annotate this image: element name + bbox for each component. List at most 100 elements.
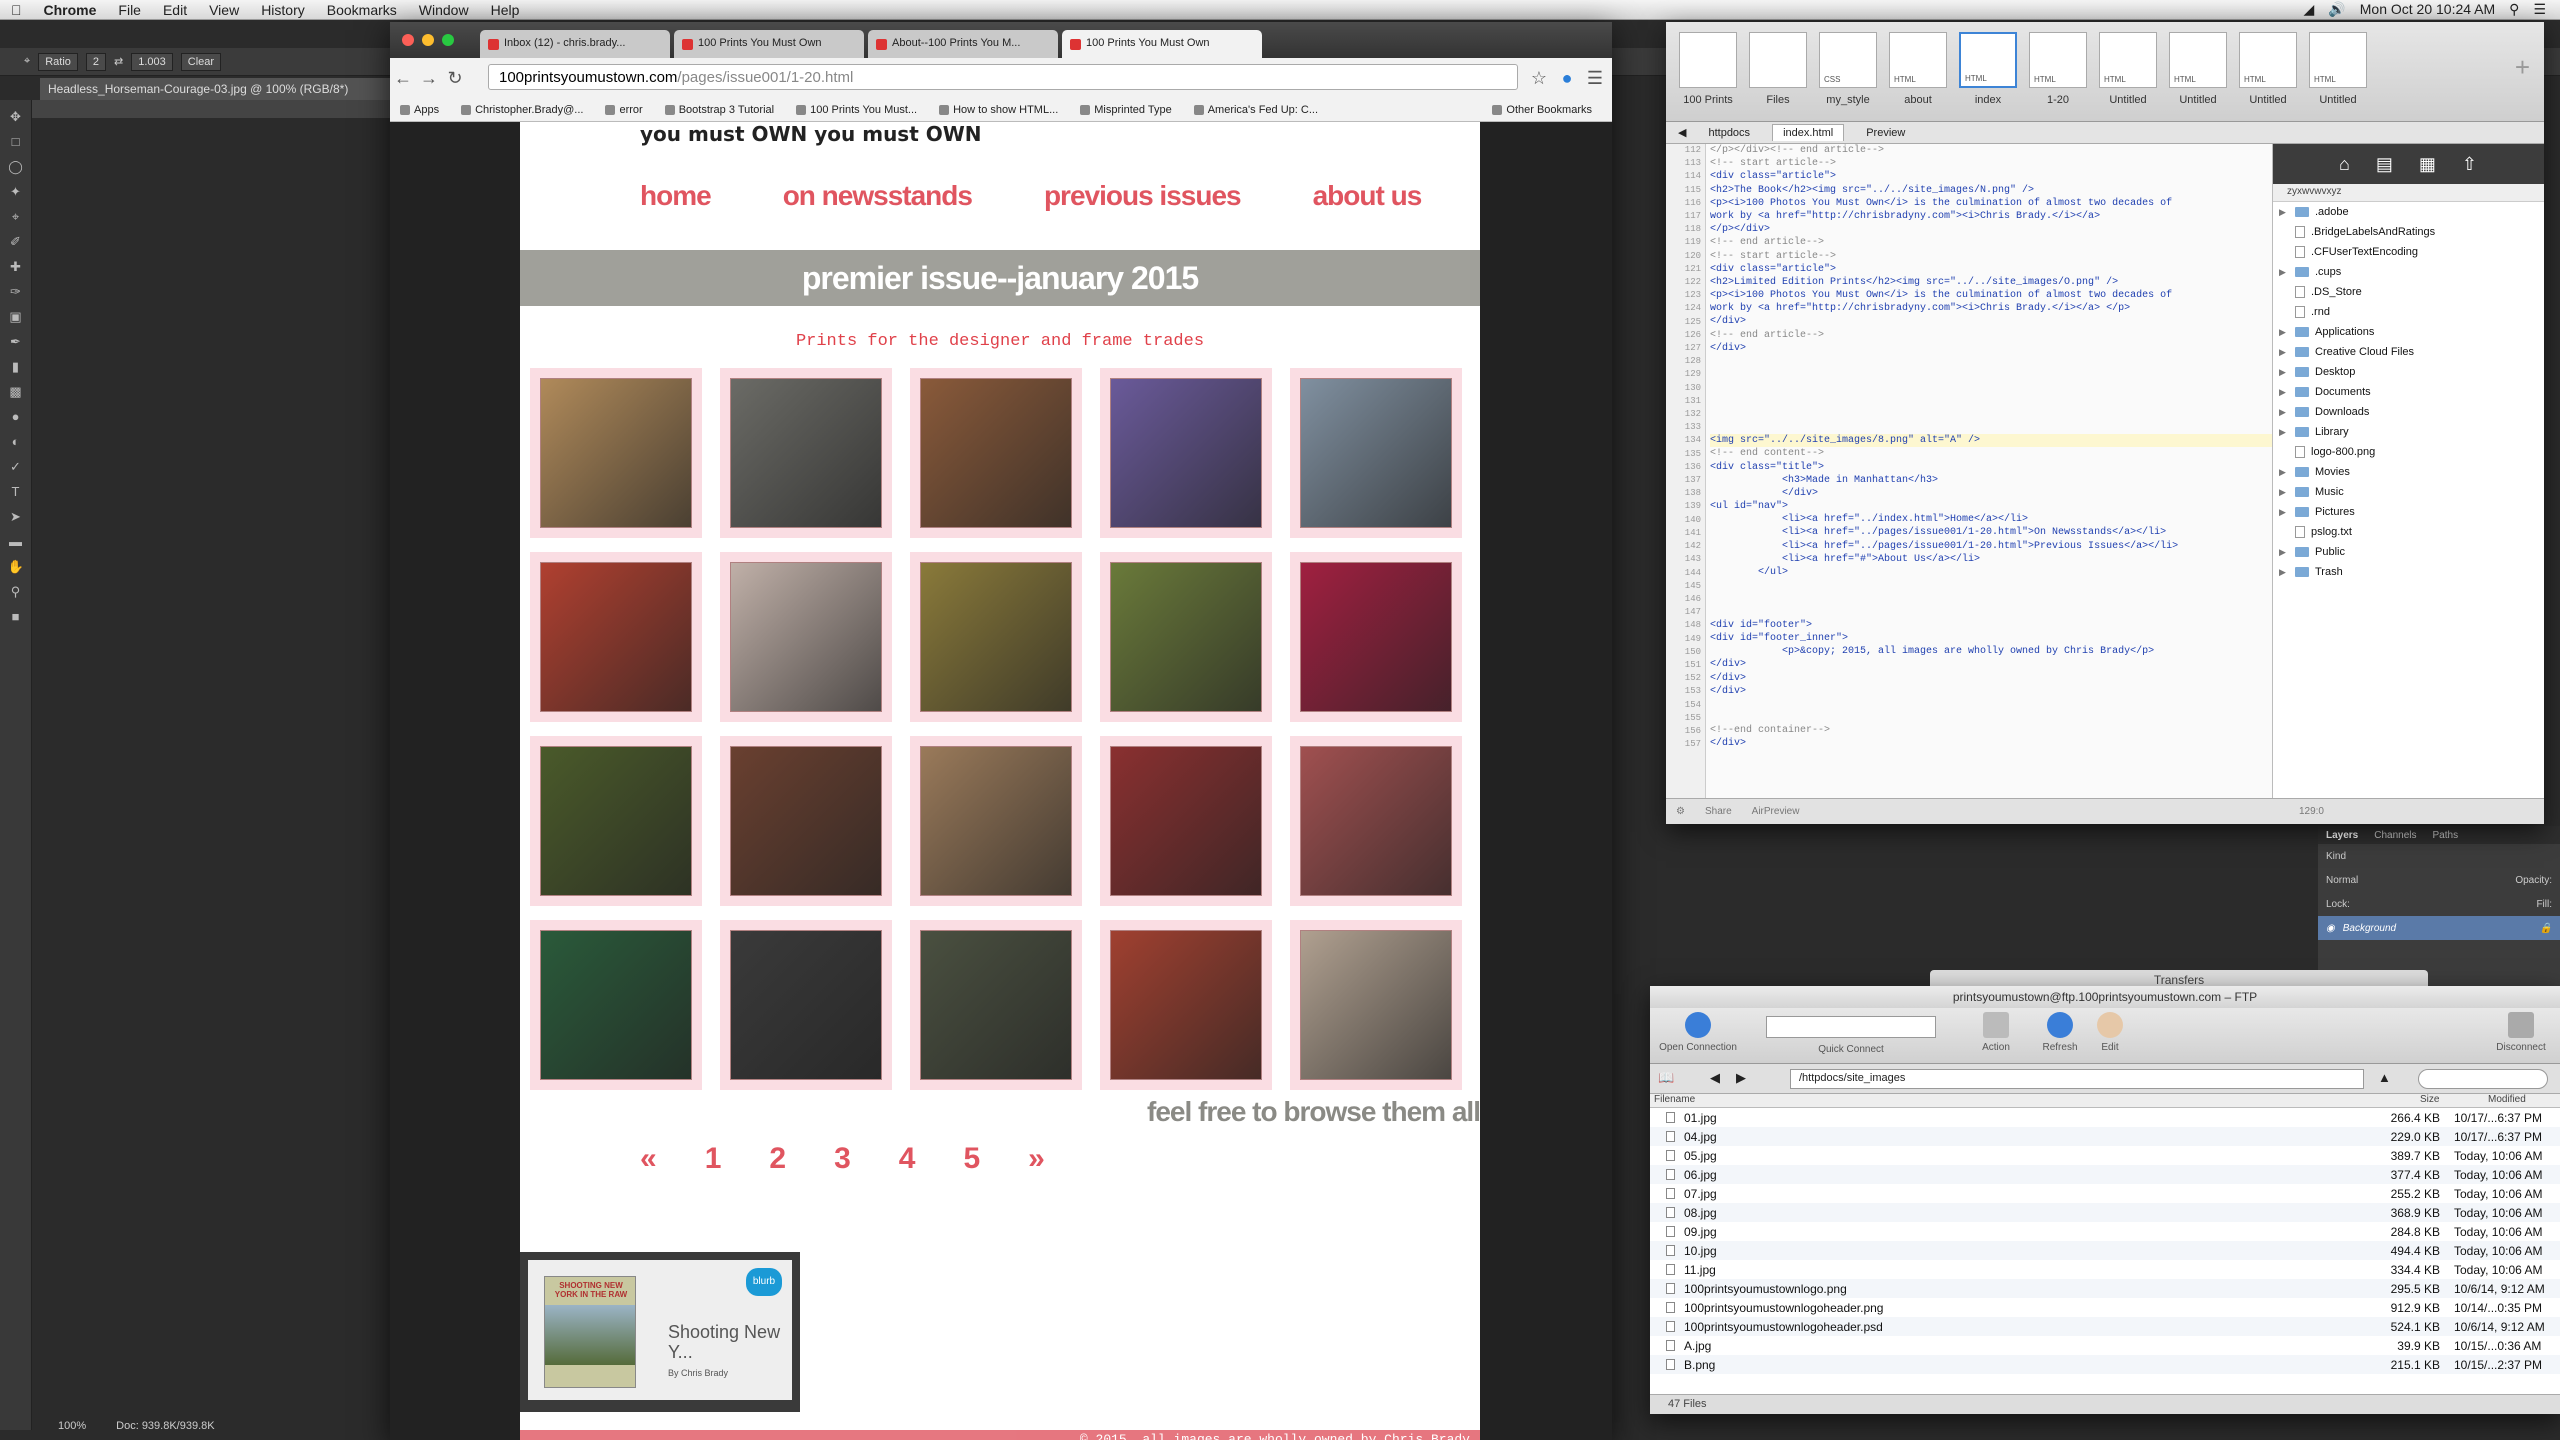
file-list-item[interactable]: .DS_Store <box>2273 282 2544 302</box>
col-size[interactable]: Size <box>2420 1094 2439 1105</box>
file-list-item[interactable]: .rnd <box>2273 302 2544 322</box>
code-line[interactable] <box>1710 395 2310 408</box>
blend-mode-select[interactable]: Normal <box>2326 875 2358 886</box>
thumbnail[interactable] <box>910 368 1082 538</box>
layer-row-background[interactable]: ◉ Background 🔒 <box>2318 916 2560 940</box>
bookmark-error[interactable]: error <box>605 104 643 116</box>
disclosure-arrow-icon[interactable]: ▶ <box>2279 467 2289 478</box>
code-line[interactable]: <!-- end content--> <box>1710 447 2310 460</box>
disconnect-button[interactable]: Disconnect <box>2486 1012 2556 1053</box>
minimize-window-button[interactable] <box>422 34 434 46</box>
ftp-file-row[interactable]: 09.jpg 284.8 KB Today, 10:06 AM <box>1650 1222 2560 1241</box>
editor-tile[interactable]: HTML Untitled <box>2098 32 2158 114</box>
code-line[interactable]: </div> <box>1710 672 2310 685</box>
share-button[interactable]: Share <box>1705 806 1732 817</box>
thumbnail[interactable] <box>720 552 892 722</box>
code-line[interactable] <box>1710 606 2310 619</box>
nav-home[interactable]: home <box>640 180 712 212</box>
file-list-item[interactable]: ▶ Creative Cloud Files <box>2273 342 2544 362</box>
lasso-tool-icon[interactable]: ◯ <box>8 159 24 175</box>
chrome-tab-prints-1[interactable]: 100 Prints You Must Own <box>674 30 864 58</box>
site-logo[interactable]: you must OWN you must OWN <box>640 122 1340 172</box>
code-line[interactable]: <p><i>100 Photos You Must Own</i> is the… <box>1710 197 2310 210</box>
code-line[interactable]: <div class="title"> <box>1710 461 2310 474</box>
menu-help[interactable]: Help <box>480 2 531 18</box>
code-line[interactable]: <!-- start article--> <box>1710 250 2310 263</box>
disclosure-arrow-icon[interactable]: ▶ <box>2279 427 2289 438</box>
file-list-item[interactable]: logo-800.png <box>2273 442 2544 462</box>
menu-bookmarks[interactable]: Bookmarks <box>316 2 408 18</box>
ftp-file-row[interactable]: 100printsyoumustownlogo.png 295.5 KB 10/6/… <box>1650 1279 2560 1298</box>
home-icon[interactable]: ⌂ <box>2339 154 2350 175</box>
blurb-widget[interactable]: SHOOTING NEW YORK IN THE RAW blurb Shoot… <box>520 1252 800 1412</box>
ftp-file-row[interactable]: B.png 215.1 KB 10/15/...2:37 PM <box>1650 1355 2560 1374</box>
open-connection-button[interactable]: Open Connection <box>1658 1012 1738 1053</box>
file-list-item[interactable]: ▶ Trash <box>2273 562 2544 582</box>
chrome-tab-prints-active[interactable]: 100 Prints You Must Own <box>1062 30 1262 58</box>
menu-history[interactable]: History <box>250 2 316 18</box>
disclosure-arrow-icon[interactable]: ▶ <box>2279 547 2289 558</box>
editor-tile[interactable]: HTML Untitled <box>2308 32 2368 114</box>
code-line[interactable] <box>1710 355 2310 368</box>
code-line[interactable] <box>1710 381 2310 394</box>
type-tool-icon[interactable]: T <box>8 484 24 500</box>
zoom-tool-icon[interactable]: ⚲ <box>8 584 24 600</box>
bookmark-star-icon[interactable]: ☆ <box>1526 68 1552 89</box>
blur-tool-icon[interactable]: ● <box>8 409 24 425</box>
col-modified[interactable]: Modified <box>2488 1094 2526 1105</box>
clear-button[interactable]: Clear <box>180 52 222 71</box>
wifi-icon[interactable]: ◢ <box>2304 1 2315 18</box>
editor-tile[interactable]: HTML index <box>1958 32 2018 114</box>
address-bar[interactable]: 100printsyoumustown.com/pages/issue001/1… <box>488 64 1518 90</box>
zoom-window-button[interactable] <box>442 34 454 46</box>
crop-icon[interactable]: ⌖ <box>24 55 30 68</box>
code-line[interactable]: <!-- start article--> <box>1710 157 2310 170</box>
nav-back-icon[interactable]: ◀ <box>1678 126 1686 139</box>
thumbnail[interactable] <box>720 736 892 906</box>
file-list-item[interactable]: .BridgeLabelsAndRatings <box>2273 222 2544 242</box>
chrome-tab-about[interactable]: About--100 Prints You M... <box>868 30 1058 58</box>
file-list-item[interactable]: .CFUserTextEncoding <box>2273 242 2544 262</box>
notes-icon[interactable]: ▦ <box>2419 154 2436 175</box>
editor-tile[interactable]: HTML Untitled <box>2238 32 2298 114</box>
quick-connect-field[interactable]: Quick Connect <box>1766 1012 1936 1055</box>
code-line[interactable]: </div> <box>1710 487 2310 500</box>
tab-paths[interactable]: Paths <box>2433 830 2459 841</box>
nav-previous-issues[interactable]: previous issues <box>1044 180 1242 212</box>
healing-tool-icon[interactable]: ✚ <box>8 259 24 275</box>
ftp-file-row[interactable]: 04.jpg 229.0 KB 10/17/...6:37 PM <box>1650 1127 2560 1146</box>
disclosure-arrow-icon[interactable]: ▶ <box>2279 487 2289 498</box>
thumbnail[interactable] <box>1100 368 1272 538</box>
apple-icon[interactable]:  <box>0 2 33 18</box>
bookmark-bootstrap[interactable]: Bootstrap 3 Tutorial <box>664 104 774 116</box>
file-list-item[interactable]: ▶ Library <box>2273 422 2544 442</box>
move-tool-icon[interactable]: ✥ <box>8 109 24 125</box>
thumbnail[interactable] <box>530 552 702 722</box>
page-4[interactable]: 4 <box>899 1142 916 1176</box>
thumbnail[interactable] <box>1100 920 1272 1090</box>
code-line[interactable]: <h3>Made in Manhattan</h3> <box>1710 474 2310 487</box>
bookmark-misprinted[interactable]: Misprinted Type <box>1080 104 1172 116</box>
bookmark-prints[interactable]: 100 Prints You Must... <box>796 104 917 116</box>
marquee-tool-icon[interactable]: □ <box>8 134 24 150</box>
bookmark-apps[interactable]: Apps <box>400 104 439 116</box>
file-list-item[interactable]: ▶ Movies <box>2273 462 2544 482</box>
chrome-tab-gmail[interactable]: Inbox (12) - chris.brady... <box>480 30 670 58</box>
menu-file[interactable]: File <box>107 2 152 18</box>
page-1[interactable]: 1 <box>705 1142 722 1176</box>
reload-icon[interactable]: ↻ <box>442 68 468 89</box>
hand-tool-icon[interactable]: ✋ <box>8 559 24 575</box>
tab-channels[interactable]: Channels <box>2374 830 2416 841</box>
file-list-item[interactable]: ▶ .cups <box>2273 262 2544 282</box>
up-arrow-icon[interactable]: ▲ <box>2378 1070 2391 1085</box>
book-title[interactable]: Shooting New Y... <box>668 1322 792 1362</box>
disclosure-arrow-icon[interactable]: ▶ <box>2279 347 2289 358</box>
file-list-item[interactable]: ▶ Downloads <box>2273 402 2544 422</box>
thumbnail[interactable] <box>530 368 702 538</box>
page-prev[interactable]: « <box>640 1142 657 1176</box>
eraser-tool-icon[interactable]: ▮ <box>8 359 24 375</box>
page-2[interactable]: 2 <box>769 1142 786 1176</box>
tab-index-html[interactable]: index.html <box>1772 124 1845 141</box>
back-arrow-icon[interactable]: ← <box>390 68 416 89</box>
ratio-select[interactable]: Ratio <box>38 52 78 71</box>
